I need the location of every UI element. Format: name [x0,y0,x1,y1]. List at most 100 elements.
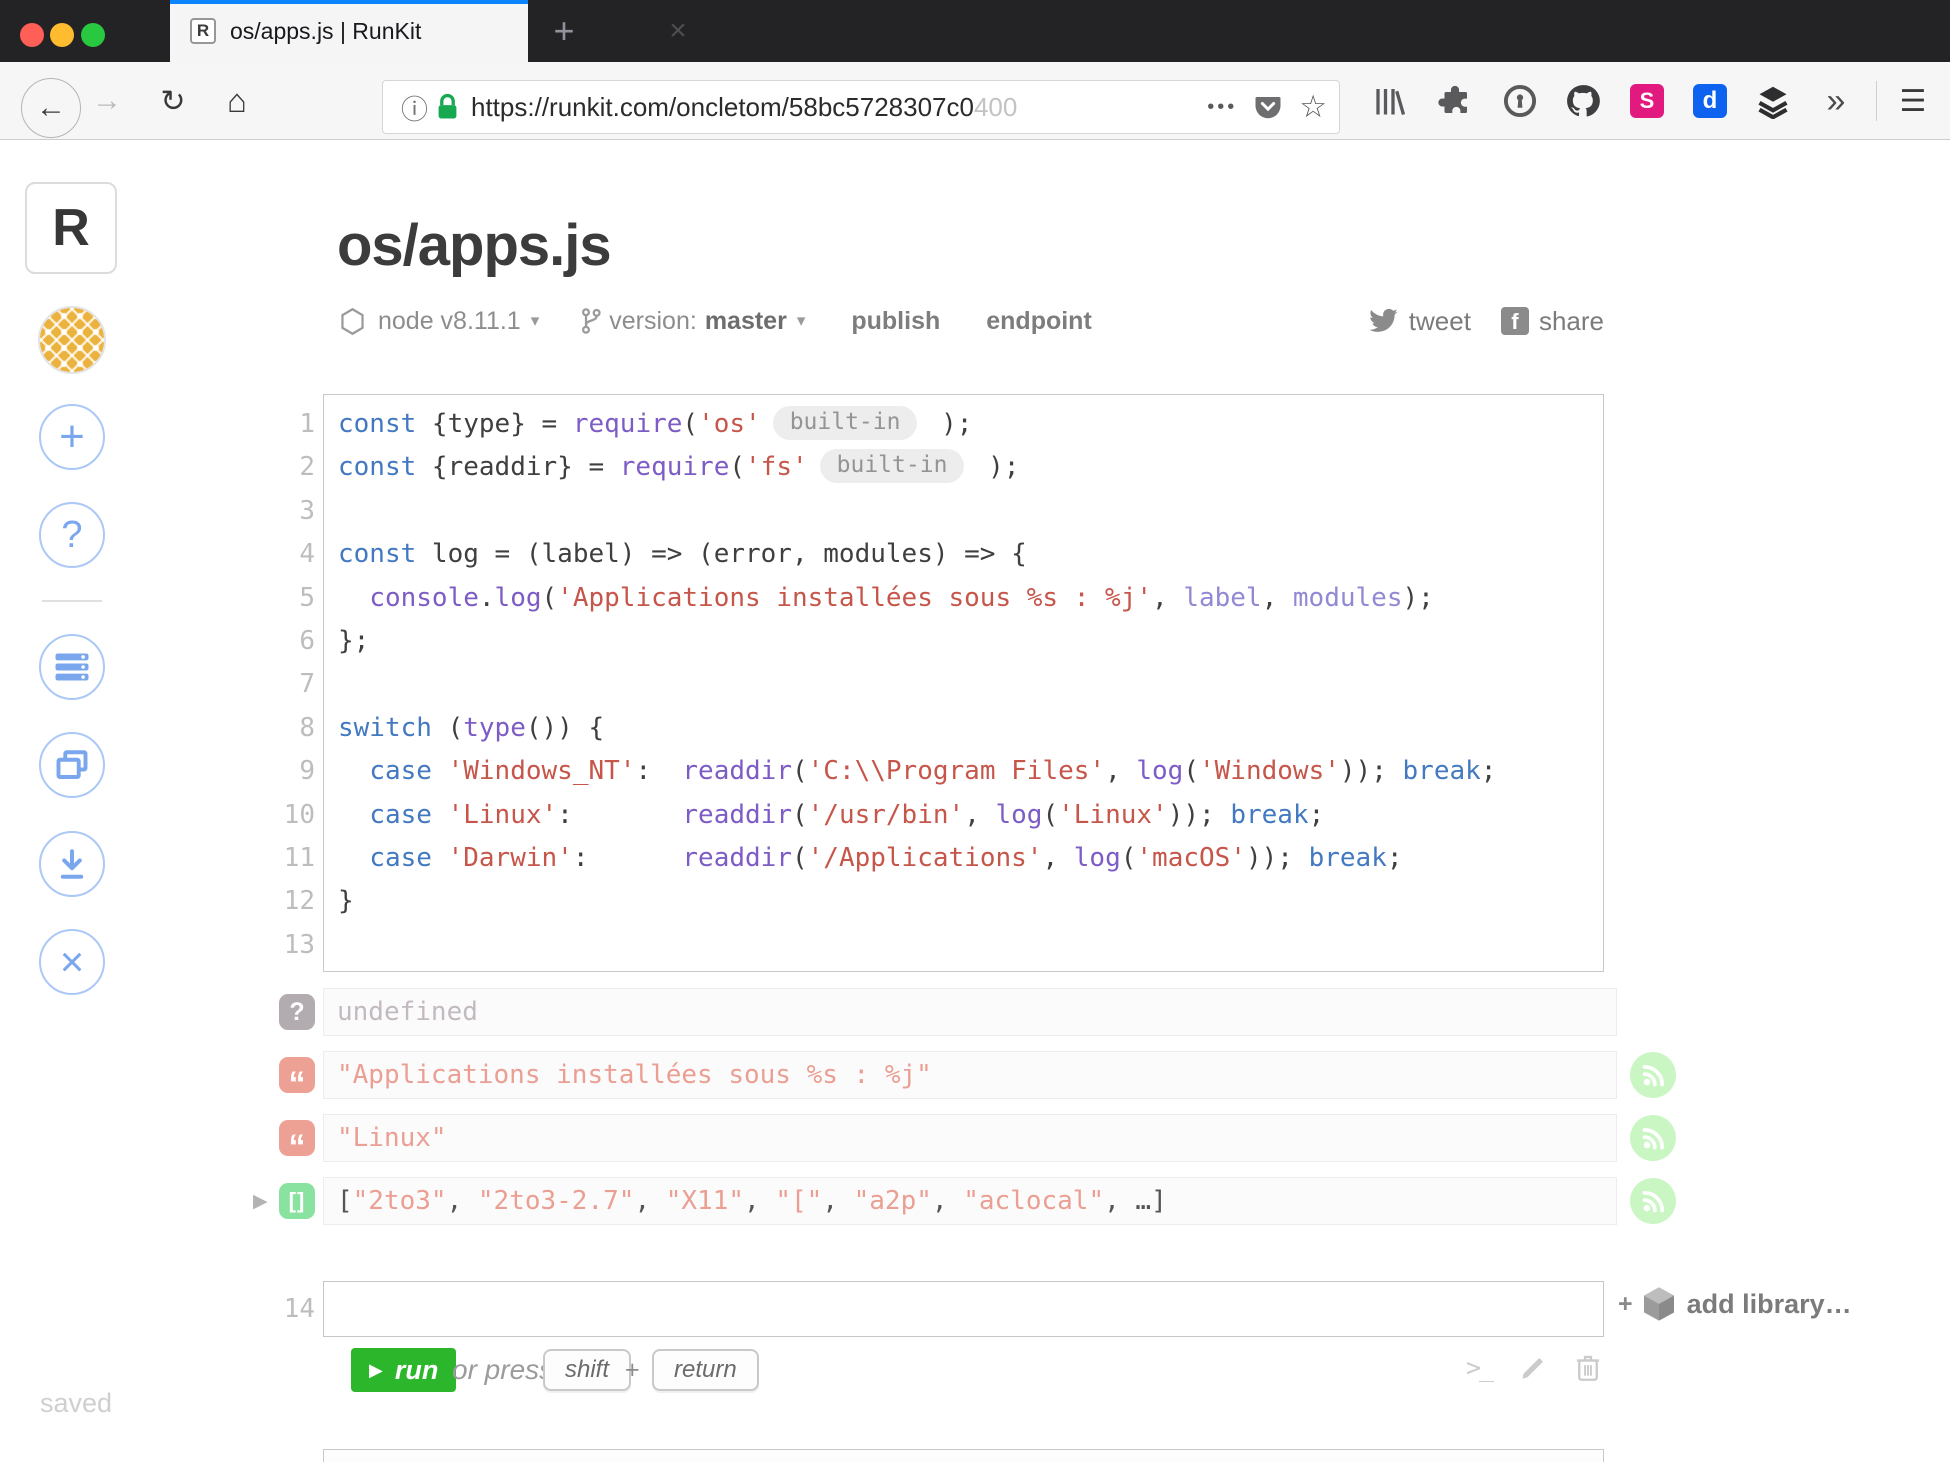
code-token: ; [1308,799,1325,830]
pink-extension-icon[interactable]: S [1621,62,1673,140]
output-value[interactable]: ["2to3", "2to3-2.7", "X11", "[", "a2p" , … [323,1177,1617,1225]
code-line[interactable]: console.log('Applications installées sou… [338,577,1598,620]
github-icon[interactable] [1557,62,1609,140]
reload-button[interactable]: ↻ [148,62,198,140]
code-token: 'fs' [745,452,808,483]
node-version-dropdown[interactable]: node v8.11.1 [378,307,521,336]
code-token: break [1308,842,1387,873]
delete-notebook-button[interactable]: × [39,929,105,995]
undefined-badge-icon: ? [279,994,315,1030]
page-actions-icon[interactable]: ••• [1207,96,1237,119]
download-icon [60,849,84,879]
tweet-button[interactable]: tweet [1409,306,1471,337]
expand-arrow-icon[interactable]: ▶ [253,1190,268,1213]
output-token: "2to3-2.7" [477,1186,635,1216]
overflow-chevrons-icon[interactable]: » [1810,62,1862,140]
code-token: ( [791,756,808,787]
user-avatar[interactable] [38,306,106,374]
url-text-faded: 400 [973,91,1018,122]
export-button[interactable] [39,831,105,897]
code-line[interactable] [338,663,1598,706]
next-cell-edge[interactable] [323,1449,1604,1462]
twitter-bird-icon[interactable] [1368,308,1399,335]
runkit-favicon: R [190,18,216,44]
notebook-title[interactable]: os/apps.js [337,212,612,279]
code-token: 'macOS' [1136,842,1246,873]
output-value[interactable]: "Linux" [323,1114,1617,1162]
hamburger-menu-icon[interactable]: ☰ [1887,62,1939,140]
share-button[interactable]: share [1539,306,1604,337]
help-button[interactable]: ? [39,502,105,568]
runkit-logo[interactable]: R [25,182,117,274]
live-feed-icon[interactable] [1630,1052,1676,1098]
code-line[interactable]: const {type} = require('os' built-in ); [338,403,1598,446]
new-notebook-button[interactable]: + [39,404,105,470]
code-lines[interactable]: const {type} = require('os' built-in ); co… [338,403,1598,967]
add-library-button[interactable]: + add library… [1618,1282,1852,1326]
builtin-pill: built-in [772,406,918,440]
output-token: "aclocal" [963,1186,1105,1216]
outputs: ? undefined “ "Applications installées sous… [0,988,1950,1240]
back-button[interactable]: ← [21,78,81,138]
code-line[interactable]: } [338,880,1598,923]
forward-button[interactable]: → [82,62,132,140]
badge-glyph: “ [288,1064,306,1103]
https-lock-icon[interactable] [436,93,459,121]
url-bar[interactable]: ⓘ https://runkit.com/oncletom/58bc572830… [382,80,1340,134]
code-token: ()) { [525,712,605,743]
code-line[interactable]: }; [338,620,1598,663]
code-line[interactable]: const {readdir} = require('fs' built-in )… [338,446,1598,489]
url-text[interactable]: https://runkit.com/oncletom/58bc5728307c… [471,92,1017,123]
code-token: {type} = [416,409,573,439]
code-line[interactable] [338,490,1598,533]
page-info-icon[interactable]: ⓘ [401,88,428,127]
version-dropdown[interactable]: version: master ▾ [581,307,805,336]
code-token: case [369,842,432,873]
window-minimize-button[interactable] [50,23,74,47]
onepassword-icon[interactable] [1494,62,1546,140]
bookmark-star-icon[interactable]: ☆ [1299,89,1327,125]
pencil-icon[interactable] [1518,1353,1548,1383]
browser-tab[interactable]: R os/apps.js | RunKit × [170,0,687,62]
puzzle-extension-icon[interactable] [1429,62,1481,140]
output-value[interactable]: "Applications installées sous %s : %j" [323,1051,1617,1099]
run-button[interactable]: ▶ run [351,1348,457,1392]
endpoint-button[interactable]: endpoint [986,307,1092,336]
code-line[interactable]: switch (type()) { [338,707,1598,750]
new-code-input[interactable] [323,1281,1604,1337]
code-line[interactable]: case 'Darwin': readdir('/Applications', … [338,837,1598,880]
output-value[interactable]: undefined [323,988,1617,1036]
code-token: 'Windows_NT' [447,756,636,787]
code-token: console [369,582,479,613]
publish-button[interactable]: publish [851,307,940,336]
live-feed-icon[interactable] [1630,1115,1676,1161]
code-token: case [369,756,432,787]
code-line[interactable]: const log = (label) => (error, modules) … [338,533,1598,576]
output-token: , …] [1104,1186,1167,1216]
trash-icon[interactable] [1574,1352,1602,1383]
layers-extension-icon[interactable] [1747,62,1799,140]
environment-button[interactable] [39,634,105,700]
line-number: 8 [299,712,315,743]
tab-close-icon[interactable]: × [656,0,700,62]
line-number: 2 [299,452,315,483]
new-tab-button[interactable]: + [540,0,588,62]
live-feed-icon[interactable] [1630,1178,1676,1224]
back-arrow-icon: ← [36,91,66,124]
code-line[interactable] [338,924,1598,967]
code-token: }; [338,625,370,656]
pocket-icon[interactable] [1253,92,1283,122]
clone-button[interactable] [39,732,105,798]
home-button[interactable]: ⌂ [212,62,262,140]
window-zoom-button[interactable] [81,23,105,47]
window-close-button[interactable] [20,23,44,47]
code-line[interactable]: case 'Windows_NT': readdir('C:\\Program … [338,750,1598,793]
code-token: log = (label) => (error, modules) => { [416,539,1027,570]
facebook-icon[interactable]: f [1500,307,1529,335]
library-icon[interactable] [1364,62,1416,140]
code-line[interactable]: case 'Linux': readdir('/usr/bin', log('L… [338,794,1598,837]
daily-dev-icon[interactable]: d [1684,62,1736,140]
output-token: , [931,1186,964,1216]
terminal-icon[interactable]: >_ [1466,1353,1494,1382]
